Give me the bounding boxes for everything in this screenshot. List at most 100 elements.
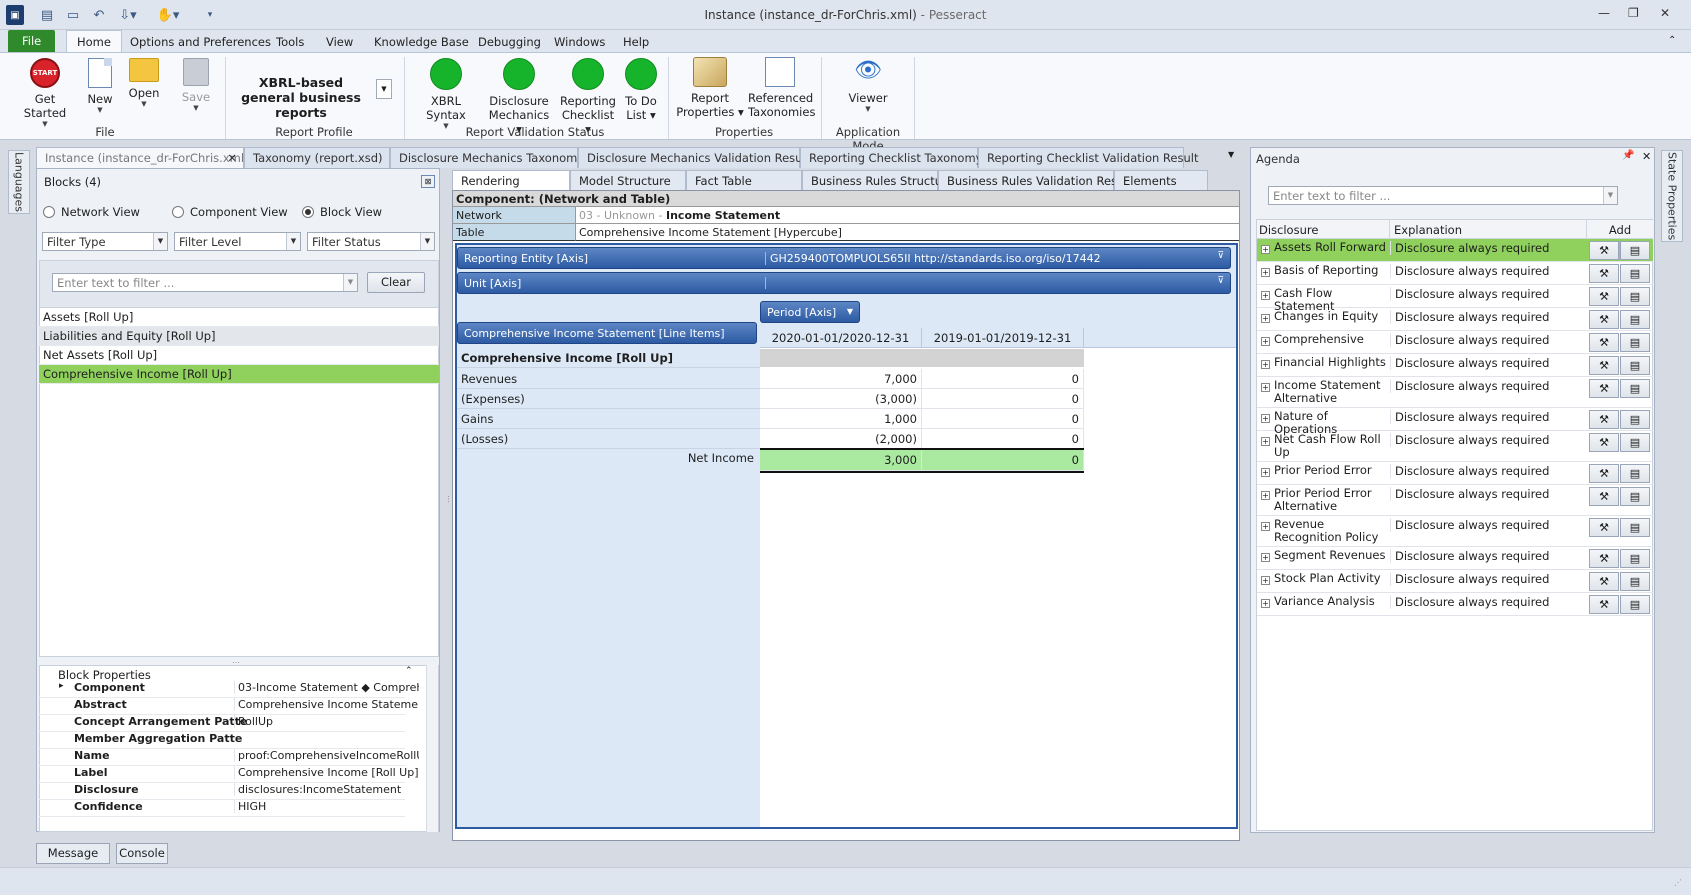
doc-tab-taxonomy[interactable]: Taxonomy (report.xsd) [244,147,390,168]
expand-icon[interactable]: + [1261,576,1270,585]
magic-wand-icon[interactable]: ⚒ [1589,310,1619,329]
todo-list-button[interactable]: To Do List ▾ [624,58,658,122]
col-explanation[interactable]: Explanation [1389,220,1466,239]
add-document-icon[interactable]: ▤ [1620,433,1650,452]
clear-button[interactable]: Clear [367,272,425,293]
magic-wand-icon[interactable]: ⚒ [1589,595,1619,614]
expand-icon[interactable]: + [1261,522,1270,531]
reporting-entity-axis[interactable]: Reporting Entity [Axis] GH259400TOMPUOLS6… [457,247,1231,269]
tab-view[interactable]: View [320,33,359,51]
referenced-taxonomies-button[interactable]: Referenced Taxonomies [748,57,815,119]
add-document-icon[interactable]: ▤ [1620,310,1650,329]
component-view-radio[interactable]: Component View [172,205,288,219]
magic-wand-icon[interactable]: ⚒ [1589,356,1619,375]
col-disclosure[interactable]: Disclosure [1259,223,1318,237]
property-row[interactable]: Confidence HIGH [39,800,405,817]
add-document-icon[interactable]: ▤ [1620,549,1650,568]
property-value[interactable]: disclosures:IncomeStatement [234,783,419,796]
message-list-tab[interactable]: Message List [36,843,110,879]
property-value[interactable]: RollUp [234,715,419,728]
property-row[interactable]: AbstractComprehensive Income Statement .… [39,698,419,715]
state-properties-side-tab[interactable]: State Properties [1661,150,1683,242]
magic-wand-icon[interactable]: ⚒ [1589,264,1619,283]
filter-icon[interactable]: ⊽ [1217,276,1224,286]
property-value[interactable]: HIGH [234,800,419,813]
agenda-row[interactable]: + Stock Plan Activity Disclosure always re… [1257,570,1653,593]
tab-knowledge-base[interactable]: Knowledge Base [368,33,475,51]
collapse-icon[interactable]: ⌃ [405,666,413,676]
property-row[interactable]: Member Aggregation Patte [39,732,405,749]
doc-tab-instance[interactable]: Instance (instance_dr-ForChris.xml) ✕ [36,147,249,168]
magic-wand-icon[interactable]: ⚒ [1589,333,1619,352]
fact-value-cell[interactable]: 0 [922,429,1084,449]
add-document-icon[interactable]: ▤ [1620,333,1650,352]
pin-icon[interactable]: 📌 [1622,150,1634,161]
agenda-row[interactable]: + Variance Analysis Disclosure always requ… [1257,593,1653,616]
expand-icon[interactable]: + [1261,599,1270,608]
add-document-icon[interactable]: ▤ [1620,379,1650,398]
viewer-button[interactable]: 👁 Viewer ▼ [848,59,888,114]
add-document-icon[interactable]: ▤ [1620,487,1650,506]
tab-business-rules-structure[interactable]: Business Rules Structure [802,170,954,190]
expand-icon[interactable]: + [1261,291,1270,300]
magic-wand-icon[interactable]: ⚒ [1589,518,1619,537]
new-button[interactable]: New ▼ [84,58,116,114]
agenda-row-selected[interactable]: + Assets Roll Forward Disclosure always re… [1257,239,1653,262]
fact-value-cell[interactable]: 0 [922,369,1084,389]
fact-value-cell[interactable]: (3,000) [760,389,922,409]
col-add[interactable]: Add [1586,220,1653,239]
blocks-options-icon[interactable]: ⊠ [421,175,435,188]
tab-file[interactable]: File [8,30,56,52]
collapse-ribbon-icon[interactable]: ⌃ [1662,33,1682,48]
tab-list-dropdown-icon[interactable]: ▼ [1228,150,1234,159]
agenda-row[interactable]: + Net Cash Flow Roll Up Disclosure always … [1257,431,1653,462]
report-properties-button[interactable]: Report Properties ▾ [676,57,744,119]
tab-help[interactable]: Help [617,33,655,51]
properties-scrollbar[interactable] [426,665,438,832]
restore-icon[interactable]: ❐ [1628,6,1639,20]
property-row[interactable]: ▸ Component 03-Income Statement ◆ Compreh.… [39,681,419,698]
agenda-filter-input[interactable]: Enter text to filter ... ▼ [1268,186,1618,205]
expand-icon[interactable]: + [1261,268,1270,277]
list-item-selected[interactable]: Comprehensive Income [Roll Up] [39,365,439,384]
add-document-icon[interactable]: ▤ [1620,518,1650,537]
fact-value-cell[interactable]: 0 [922,409,1084,429]
blocks-filter-input[interactable]: Enter text to filter ... ▼ [52,273,358,292]
resize-grip-icon[interactable]: ⋰ [1674,878,1682,887]
expand-icon[interactable]: + [1261,245,1270,254]
magic-wand-icon[interactable]: ⚒ [1589,549,1619,568]
expand-icon[interactable]: + [1261,553,1270,562]
agenda-row[interactable]: + Nature of Operations Disclosure always r… [1257,408,1653,436]
tab-rendering[interactable]: Rendering [452,170,570,190]
agenda-row[interactable]: + Segment Revenues Disclosure always requi… [1257,547,1653,570]
save-button[interactable]: Save ▼ [180,58,212,112]
property-value[interactable]: Comprehensive Income Statement ... [234,698,419,711]
tab-elements[interactable]: Elements [1114,170,1208,190]
network-view-radio[interactable]: Network View [43,205,140,219]
fact-value-cell[interactable]: 1,000 [760,409,922,429]
magic-wand-icon[interactable]: ⚒ [1589,572,1619,591]
add-document-icon[interactable]: ▤ [1620,287,1650,306]
expand-icon[interactable]: + [1261,337,1270,346]
property-value[interactable]: Comprehensive Income [Roll Up] [234,766,419,779]
fact-value-cell[interactable]: 7,000 [760,369,922,389]
doc-tab-disclosure-mechanics[interactable]: Disclosure Mechanics Taxonomy [390,147,584,168]
expand-icon[interactable]: + [1261,360,1270,369]
tab-tools[interactable]: Tools [270,33,310,51]
add-document-icon[interactable]: ▤ [1620,464,1650,483]
close-tab-icon[interactable]: ✕ [227,151,237,165]
doc-tab-checklist-taxonomy[interactable]: Reporting Checklist Taxonomy [800,147,982,168]
unit-axis[interactable]: Unit [Axis] ⊽ [457,272,1231,294]
splitter-grip[interactable]: ⋯ [444,495,453,503]
agenda-row[interactable]: + Basis of Reporting Disclosure always req… [1257,262,1653,285]
line-items-axis[interactable]: Comprehensive Income Statement [Line Ite… [457,322,757,344]
expand-icon[interactable]: ▸ [59,681,64,691]
block-view-radio[interactable]: Block View [302,205,382,219]
magic-wand-icon[interactable]: ⚒ [1589,464,1619,483]
close-panel-icon[interactable]: ✕ [1642,150,1651,163]
magic-wand-icon[interactable]: ⚒ [1589,287,1619,306]
tab-model-structure[interactable]: Model Structure [570,170,686,190]
agenda-row[interactable]: + Income Statement Alternative Disclosure … [1257,377,1653,408]
tab-business-rules-results[interactable]: Business Rules Validation Results [938,170,1138,190]
doc-tab-checklist-validation[interactable]: Reporting Checklist Validation Result [978,147,1198,168]
